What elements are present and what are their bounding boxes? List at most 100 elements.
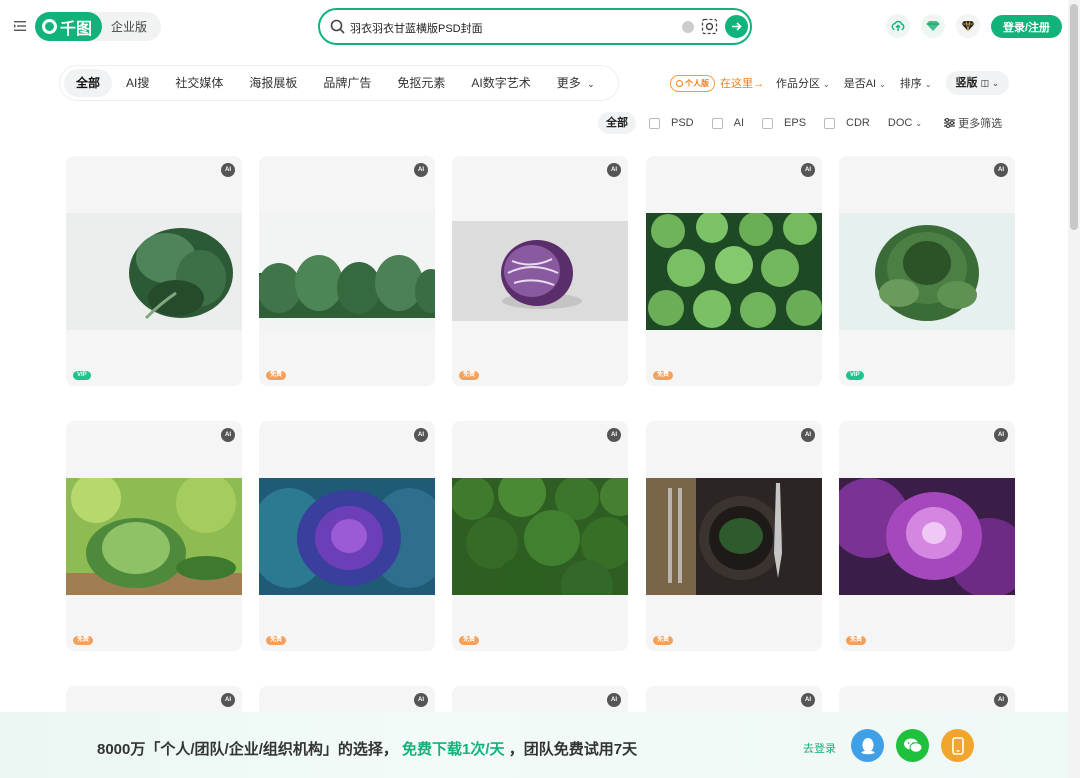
search-submit-button[interactable] — [725, 15, 748, 38]
checkbox[interactable] — [824, 117, 836, 129]
top-header: 千图 企业版 羽衣羽衣甘蓝横版PSD封面 登录/注册 — [0, 0, 1080, 56]
free-badge: 免费 — [266, 371, 287, 380]
enterprise-label[interactable]: 企业版 — [111, 18, 147, 35]
format-all-button[interactable]: 全部 — [598, 112, 636, 134]
upload-button[interactable] — [886, 14, 910, 38]
category-tabs: 全部 AI搜 社交媒体 海报展板 品牌广告 免抠元素 AI数字艺术 更多 ⌄ — [59, 65, 619, 101]
clear-search-icon[interactable] — [682, 21, 694, 33]
format-option-cdr[interactable]: CDR — [824, 117, 870, 129]
template-card[interactable]: AI VIP — [66, 156, 242, 386]
template-card[interactable]: AI 免费 — [259, 421, 435, 651]
template-card[interactable]: AI VIP — [839, 156, 1015, 386]
orientation-filter-label: 竖版 — [955, 77, 978, 89]
go-login-link[interactable]: 去登录 — [803, 740, 836, 756]
search-icon — [330, 19, 345, 34]
ai-generated-icon: AI — [414, 163, 428, 177]
camera-search-icon[interactable] — [701, 18, 718, 35]
checkbox[interactable] — [711, 117, 723, 129]
format-doc-dropdown[interactable]: DOC ⌄ — [888, 117, 922, 129]
ai-generated-icon: AI — [414, 693, 428, 707]
ai-generated-icon: AI — [801, 163, 815, 177]
ai-generated-icon: AI — [607, 693, 621, 707]
template-card[interactable]: AI 免费 — [646, 421, 822, 651]
format-label: AI — [733, 117, 745, 129]
ai-generated-icon: AI — [607, 163, 621, 177]
phone-login-button[interactable] — [941, 729, 974, 762]
tab-all[interactable]: 全部 — [64, 69, 113, 97]
vip-button[interactable] — [956, 14, 980, 38]
more-filters-button[interactable]: 更多筛选 — [944, 115, 1002, 131]
free-badge: 免费 — [73, 636, 94, 645]
chevron-down-icon: ⌄ — [915, 119, 923, 128]
tab-ai-search[interactable]: AI搜 — [114, 69, 161, 97]
tab-more[interactable]: 更多 ⌄ — [545, 69, 607, 97]
promo-text-part2: ，团队免费试用7天 — [508, 741, 638, 758]
wechat-login-button[interactable] — [896, 729, 929, 762]
chevron-down-icon: ⌄ — [879, 80, 886, 89]
menu-icon[interactable] — [13, 19, 27, 33]
more-filters-label: 更多筛选 — [958, 118, 1003, 130]
ai-generated-icon: AI — [801, 428, 815, 442]
checkbox[interactable] — [649, 117, 660, 129]
here-link[interactable]: 在这里→ — [720, 75, 764, 91]
sort-filter[interactable]: 排序 ⌄ — [900, 75, 932, 91]
enterprise-vip-button[interactable] — [921, 14, 945, 38]
orientation-icon: ◫ — [980, 78, 990, 88]
personal-circle-icon — [676, 79, 683, 87]
orientation-filter[interactable]: 竖版 ◫ ⌄ — [945, 71, 1009, 95]
ai-generated-icon: AI — [994, 693, 1008, 707]
vip-badge: VIP — [846, 371, 864, 380]
ai-generated-icon: AI — [221, 693, 235, 707]
personal-edition-badge[interactable]: 个人版 — [670, 74, 715, 92]
template-card[interactable]: AI 免费 — [839, 421, 1015, 651]
site-logo[interactable]: 千图 企业版 — [35, 12, 162, 41]
section-filter-label: 作品分区 — [776, 78, 820, 90]
login-promo-banner: 8000万「个人/团队/企业/组织机构」的选择， 免费下载1次/天 ，团队免费试… — [0, 712, 1068, 778]
free-badge: 免费 — [846, 636, 867, 645]
template-card[interactable]: AI 免费 — [452, 421, 628, 651]
search-bar[interactable]: 羽衣羽衣甘蓝横版PSD封面 — [318, 8, 752, 45]
free-badge: 免费 — [459, 371, 480, 380]
template-card[interactable]: AI 免费 — [259, 156, 435, 386]
tab-posters[interactable]: 海报展板 — [237, 69, 309, 97]
green-diamond-icon — [926, 21, 940, 31]
free-badge: 免费 — [459, 636, 480, 645]
format-option-eps[interactable]: EPS — [762, 117, 806, 129]
section-filter[interactable]: 作品分区 ⌄ — [776, 75, 830, 91]
login-register-button[interactable]: 登录/注册 — [991, 15, 1062, 38]
qq-icon — [861, 737, 874, 754]
ornamental-kale-image — [839, 478, 1015, 595]
kale-row-image — [259, 213, 435, 330]
template-card[interactable]: AI 免费 — [452, 156, 628, 386]
search-input[interactable]: 羽衣羽衣甘蓝横版PSD封面 — [350, 20, 483, 36]
format-option-ai[interactable]: AI — [711, 117, 745, 129]
promo-text: 8000万「个人/团队/企业/组织机构」的选择， 免费下载1次/天 ，团队免费试… — [97, 738, 637, 759]
logo-mark: 千图 — [35, 12, 103, 41]
wechat-icon — [903, 738, 922, 753]
cabbage-bokeh-image — [66, 478, 242, 595]
format-option-psd[interactable]: PSD — [649, 117, 694, 129]
is-ai-filter[interactable]: 是否AI ⌄ — [844, 75, 886, 91]
tab-brand-ads[interactable]: 品牌广告 — [311, 69, 383, 97]
page-scrollbar[interactable] — [1068, 0, 1080, 778]
promo-text-part1: 8000万「个人/团队/企业/组织机构」的选择， — [97, 741, 398, 758]
red-cabbage-image — [452, 221, 628, 321]
mobile-phone-icon — [951, 736, 964, 755]
chevron-down-icon: ⌄ — [587, 79, 595, 89]
free-badge: 免费 — [653, 371, 674, 380]
ai-generated-icon: AI — [221, 428, 235, 442]
logo-ring-icon — [42, 19, 57, 34]
tab-social-media[interactable]: 社交媒体 — [163, 69, 235, 97]
format-doc-label: DOC — [887, 117, 913, 129]
template-card[interactable]: AI 免费 — [646, 156, 822, 386]
sliders-icon — [944, 118, 956, 128]
template-card[interactable]: AI 免费 — [66, 421, 242, 651]
kale-plate-image — [646, 478, 822, 595]
qq-login-button[interactable] — [851, 729, 884, 762]
free-badge: 免费 — [653, 636, 674, 645]
ai-generated-icon: AI — [994, 428, 1008, 442]
scrollbar-thumb[interactable] — [1070, 4, 1078, 230]
tab-cutout-elements[interactable]: 免抠元素 — [385, 69, 457, 97]
tab-ai-digital-art[interactable]: AI数字艺术 — [459, 69, 542, 97]
checkbox[interactable] — [762, 117, 774, 129]
